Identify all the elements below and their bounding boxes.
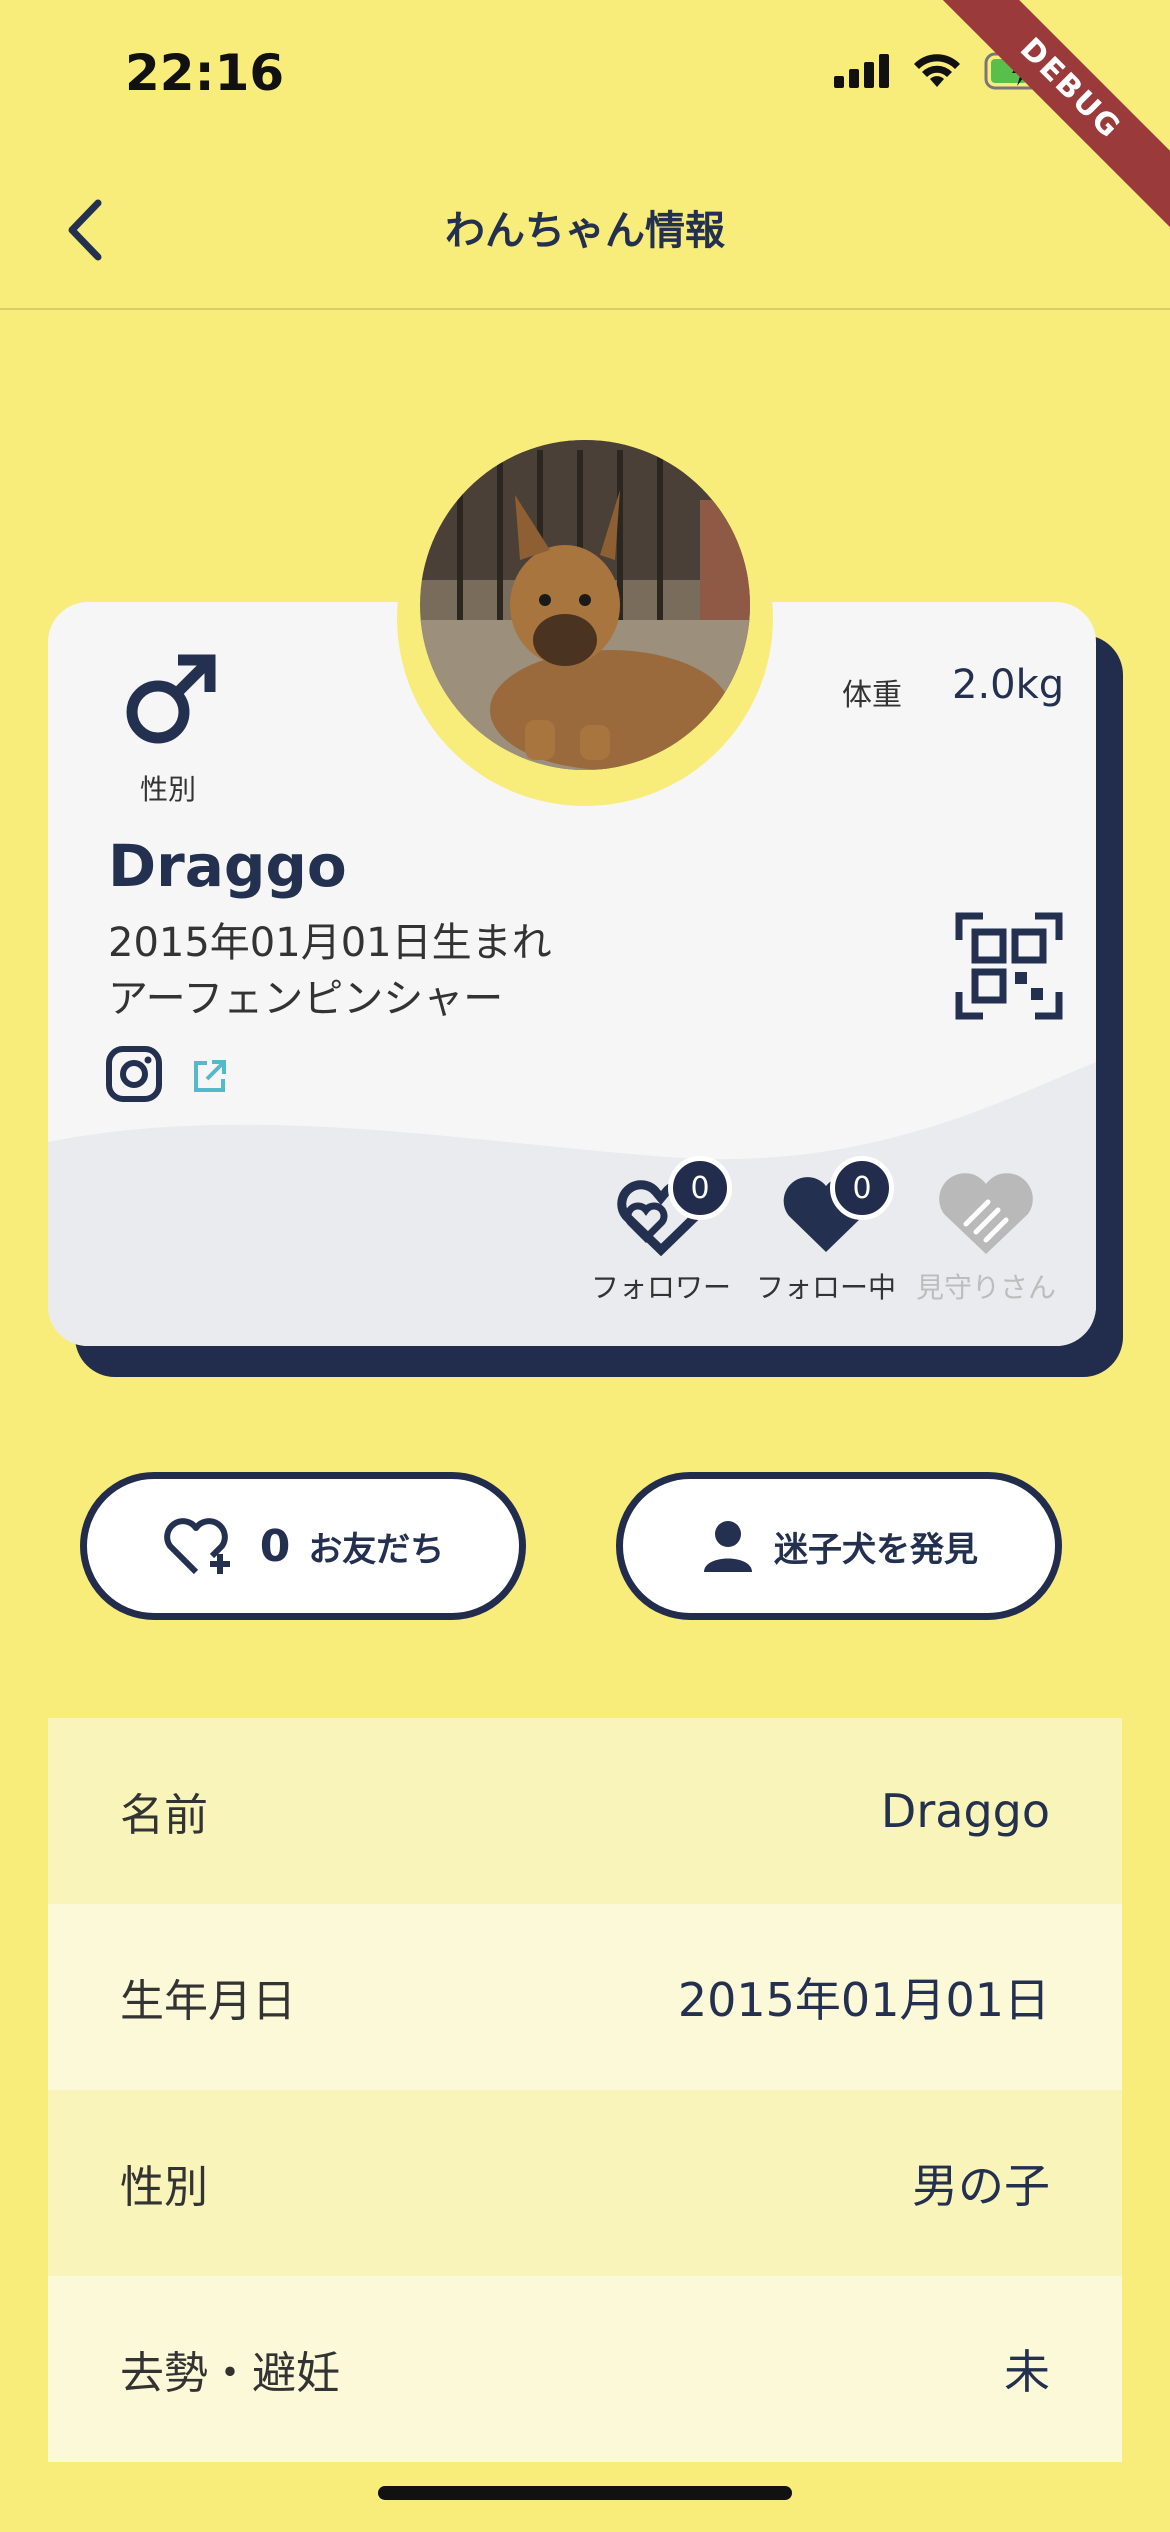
following-count-badge: 0	[830, 1156, 894, 1220]
info-value: 男の子	[912, 2159, 1050, 2213]
dog-photo	[420, 440, 750, 770]
info-table: 名前 Draggo 生年月日 2015年01月01日 性別 男の子 去勢・避妊 …	[48, 1718, 1122, 2462]
info-label: 名前	[120, 1790, 208, 1841]
info-value: Draggo	[880, 1784, 1050, 1838]
info-value: 未	[1004, 2345, 1050, 2399]
breed: アーフェンピンシャー	[108, 976, 504, 1022]
weight-value: 2.0kg	[952, 662, 1065, 708]
stat-followers-label: フォロワー	[590, 1271, 731, 1304]
dog-avatar[interactable]	[420, 440, 750, 770]
status-bar: 22:16 DEBUG	[0, 0, 1170, 236]
friends-count: 0	[259, 1520, 291, 1572]
info-row-name: 名前 Draggo	[48, 1718, 1122, 1904]
instagram-icon[interactable]	[106, 1046, 162, 1102]
qr-code-icon[interactable]	[955, 912, 1063, 1020]
dog-name: Draggo	[108, 832, 347, 900]
info-label: 去勢・避妊	[120, 2348, 340, 2399]
info-row-gender: 性別 男の子	[48, 2090, 1122, 2276]
weight-label: 体重	[842, 678, 902, 713]
gender-label: 性別	[140, 773, 197, 806]
stat-following-label: フォロー中	[755, 1271, 896, 1304]
friends-label: お友だち	[308, 1529, 445, 1570]
nav-bar: わんちゃん情報	[0, 150, 1170, 310]
heart-plus-icon	[163, 1518, 230, 1575]
lost-dog-button[interactable]: 迷子犬を発見	[616, 1472, 1062, 1620]
home-indicator[interactable]	[378, 2486, 792, 2500]
friends-button[interactable]: 0 お友だち	[80, 1472, 526, 1620]
info-label: 生年月日	[120, 1976, 296, 2027]
person-icon	[704, 1521, 752, 1572]
external-link-icon[interactable]	[192, 1058, 228, 1094]
info-value: 2015年01月01日	[677, 1973, 1050, 2027]
stat-watchers[interactable]: 見守りさん	[906, 1172, 1066, 1306]
status-time: 22:16	[125, 44, 285, 102]
signal-icon	[834, 54, 889, 88]
followers-count-badge: 0	[668, 1156, 732, 1220]
wifi-icon	[914, 54, 960, 87]
page-title: わんちゃん情報	[445, 208, 725, 254]
info-row-neutered: 去勢・避妊 未	[48, 2276, 1122, 2462]
lost-dog-label: 迷子犬を発見	[774, 1529, 978, 1570]
male-icon	[126, 654, 216, 744]
birth-date: 2015年01月01日生まれ	[108, 920, 552, 966]
info-row-birthday: 生年月日 2015年01月01日	[48, 1904, 1122, 2090]
stat-watchers-label: 見守りさん	[915, 1271, 1056, 1304]
handshake-heart-icon	[939, 1173, 1033, 1254]
info-label: 性別	[120, 2162, 208, 2213]
